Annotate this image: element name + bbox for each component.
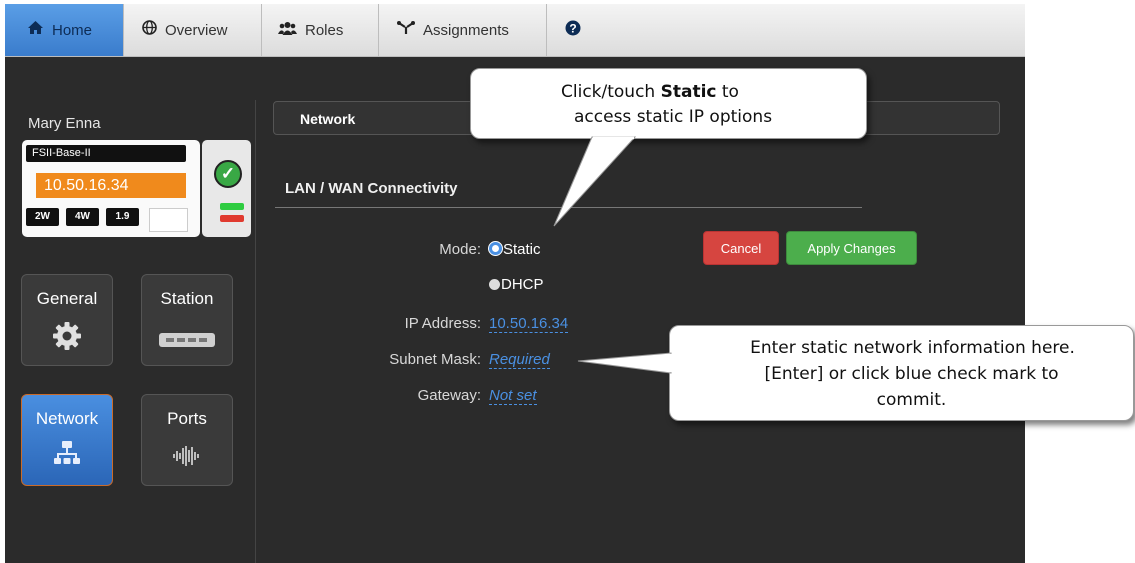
callout-network-pointer <box>577 352 673 374</box>
